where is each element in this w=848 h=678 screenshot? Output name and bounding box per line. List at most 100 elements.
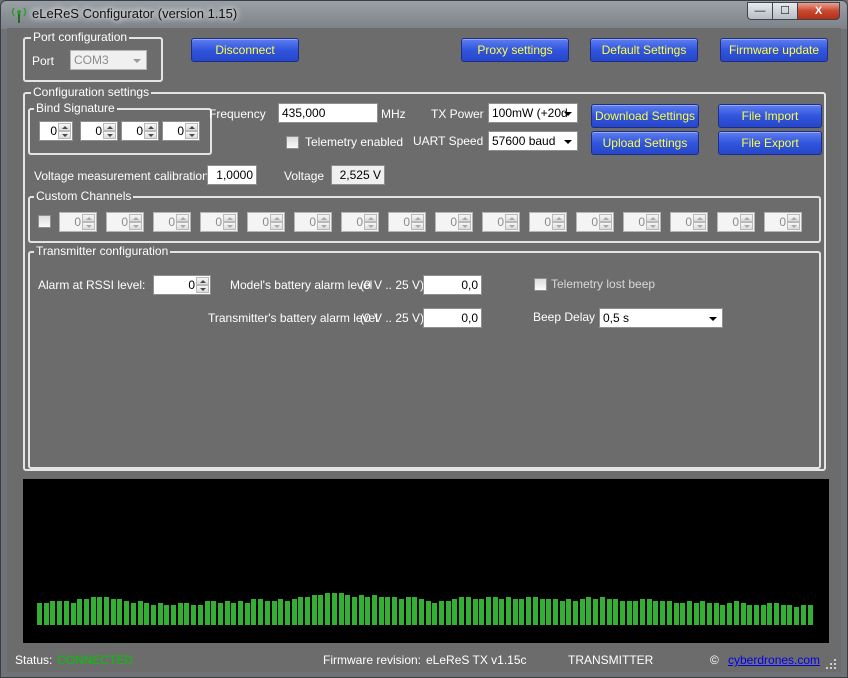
custom-channel-value: 0 bbox=[497, 215, 504, 229]
bind-byte-4[interactable]: 0 bbox=[162, 121, 200, 141]
custom-channel-spin[interactable]: 0 bbox=[59, 212, 97, 232]
spin-up-icon[interactable] bbox=[552, 214, 565, 222]
spin-down-icon[interactable] bbox=[458, 222, 471, 230]
file-export-button[interactable]: File Export bbox=[718, 131, 822, 155]
spin-up-icon[interactable] bbox=[411, 214, 424, 222]
spin-up-icon[interactable] bbox=[270, 214, 283, 222]
tx-power-label: TX Power bbox=[431, 107, 484, 121]
spin-down-icon[interactable] bbox=[223, 222, 236, 230]
close-button[interactable]: X bbox=[797, 2, 840, 20]
spin-up-icon[interactable] bbox=[176, 214, 189, 222]
disconnect-button[interactable]: Disconnect bbox=[191, 38, 299, 62]
bind-byte-1[interactable]: 0 bbox=[39, 121, 73, 141]
spin-down-icon[interactable] bbox=[144, 131, 157, 139]
custom-channel-value: 0 bbox=[591, 215, 598, 229]
spin-down-icon[interactable] bbox=[740, 222, 753, 230]
spectrum-bar bbox=[653, 601, 659, 625]
beep-delay-label: Beep Delay bbox=[533, 310, 596, 324]
custom-channel-spin[interactable]: 0 bbox=[106, 212, 144, 232]
spin-down-icon[interactable] bbox=[411, 222, 424, 230]
voltage-calibration-input[interactable]: 1,0000 bbox=[207, 165, 257, 185]
spin-up-icon[interactable] bbox=[364, 214, 377, 222]
custom-channel-spin[interactable]: 0 bbox=[529, 212, 567, 232]
custom-channel-spin[interactable]: 0 bbox=[670, 212, 708, 232]
spectrum-bar bbox=[512, 599, 518, 625]
proxy-settings-button[interactable]: Proxy settings bbox=[461, 38, 569, 62]
spin-down-icon[interactable] bbox=[317, 222, 330, 230]
maximize-button[interactable]: ☐ bbox=[772, 2, 798, 20]
file-import-button[interactable]: File Import bbox=[718, 104, 822, 128]
bind-byte-2[interactable]: 0 bbox=[80, 121, 118, 141]
transmitter-battery-alarm-label: Transmitter's battery alarm level bbox=[208, 311, 378, 325]
beep-delay-select[interactable]: 0,5 s bbox=[599, 308, 723, 328]
spin-down-icon[interactable] bbox=[693, 222, 706, 230]
uart-speed-select[interactable]: 57600 baud bbox=[488, 131, 578, 151]
spin-down-icon[interactable] bbox=[787, 222, 800, 230]
spin-up-icon[interactable] bbox=[144, 123, 157, 131]
spin-up-icon[interactable] bbox=[646, 214, 659, 222]
spin-up-icon[interactable] bbox=[103, 123, 116, 131]
spin-down-icon[interactable] bbox=[196, 285, 209, 293]
spin-down-icon[interactable] bbox=[646, 222, 659, 230]
custom-channel-spin[interactable]: 0 bbox=[388, 212, 426, 232]
transmitter-battery-alarm-input[interactable]: 0,0 bbox=[423, 308, 482, 328]
spin-down-icon[interactable] bbox=[103, 131, 116, 139]
spin-down-icon[interactable] bbox=[129, 222, 142, 230]
spin-up-icon[interactable] bbox=[740, 214, 753, 222]
spin-down-icon[interactable] bbox=[176, 222, 189, 230]
custom-channels-checkbox[interactable] bbox=[38, 215, 51, 228]
spin-down-icon[interactable] bbox=[82, 222, 95, 230]
default-settings-button[interactable]: Default Settings bbox=[590, 38, 698, 62]
custom-channel-spin[interactable]: 0 bbox=[200, 212, 238, 232]
custom-channel-spin[interactable]: 0 bbox=[435, 212, 473, 232]
custom-channel-spin[interactable]: 0 bbox=[623, 212, 661, 232]
spin-up-icon[interactable] bbox=[458, 214, 471, 222]
custom-channel-spin[interactable]: 0 bbox=[764, 212, 802, 232]
custom-channel-spin[interactable]: 0 bbox=[247, 212, 285, 232]
port-select[interactable]: COM3 bbox=[70, 50, 147, 70]
spin-up-icon[interactable] bbox=[58, 123, 71, 131]
telemetry-lost-beep-checkbox[interactable] bbox=[534, 278, 547, 291]
spin-down-icon[interactable] bbox=[185, 131, 198, 139]
custom-channel-spin[interactable]: 0 bbox=[576, 212, 614, 232]
custom-channel-spin[interactable]: 0 bbox=[717, 212, 755, 232]
resize-grip-icon[interactable] bbox=[825, 658, 837, 670]
custom-channel-spin[interactable]: 0 bbox=[482, 212, 520, 232]
upload-settings-button[interactable]: Upload Settings bbox=[591, 131, 699, 155]
spin-up-icon[interactable] bbox=[599, 214, 612, 222]
rssi-alarm-spin[interactable]: 0 bbox=[153, 275, 211, 295]
spin-down-icon[interactable] bbox=[552, 222, 565, 230]
spin-down-icon[interactable] bbox=[270, 222, 283, 230]
spin-up-icon[interactable] bbox=[693, 214, 706, 222]
uart-speed-value: 57600 baud bbox=[492, 134, 556, 148]
custom-channel-spin[interactable]: 0 bbox=[153, 212, 191, 232]
website-link[interactable]: cyberdrones.com bbox=[728, 653, 820, 667]
custom-channel-spin[interactable]: 0 bbox=[341, 212, 379, 232]
spin-up-icon[interactable] bbox=[787, 214, 800, 222]
spin-up-icon[interactable] bbox=[82, 214, 95, 222]
spin-up-icon[interactable] bbox=[129, 214, 142, 222]
spin-down-icon[interactable] bbox=[599, 222, 612, 230]
spin-up-icon[interactable] bbox=[196, 277, 209, 285]
title-bar[interactable]: eLeReS Configurator (version 1.15) — ☐ X bbox=[1, 1, 847, 28]
spin-down-icon[interactable] bbox=[58, 131, 71, 139]
spectrum-bar bbox=[506, 597, 511, 625]
spin-up-icon[interactable] bbox=[505, 214, 518, 222]
spin-up-icon[interactable] bbox=[185, 123, 198, 131]
minimize-button[interactable]: — bbox=[747, 2, 773, 20]
frequency-input[interactable]: 435,000 bbox=[278, 103, 378, 123]
spin-down-icon[interactable] bbox=[364, 222, 377, 230]
spectrum-bar bbox=[794, 607, 800, 625]
model-battery-alarm-input[interactable]: 0,0 bbox=[423, 275, 482, 295]
telemetry-enabled-checkbox[interactable] bbox=[286, 136, 299, 149]
spin-up-icon[interactable] bbox=[317, 214, 330, 222]
download-settings-button[interactable]: Download Settings bbox=[591, 104, 699, 128]
tx-power-select[interactable]: 100mW (+20d bbox=[488, 103, 578, 123]
custom-channel-spin[interactable]: 0 bbox=[294, 212, 332, 232]
firmware-update-button[interactable]: Firmware update bbox=[720, 38, 828, 62]
spin-up-icon[interactable] bbox=[223, 214, 236, 222]
spectrum-bar bbox=[559, 601, 565, 625]
bind-byte-3[interactable]: 0 bbox=[121, 121, 159, 141]
spin-down-icon[interactable] bbox=[505, 222, 518, 230]
spectrum-bar bbox=[63, 601, 69, 625]
